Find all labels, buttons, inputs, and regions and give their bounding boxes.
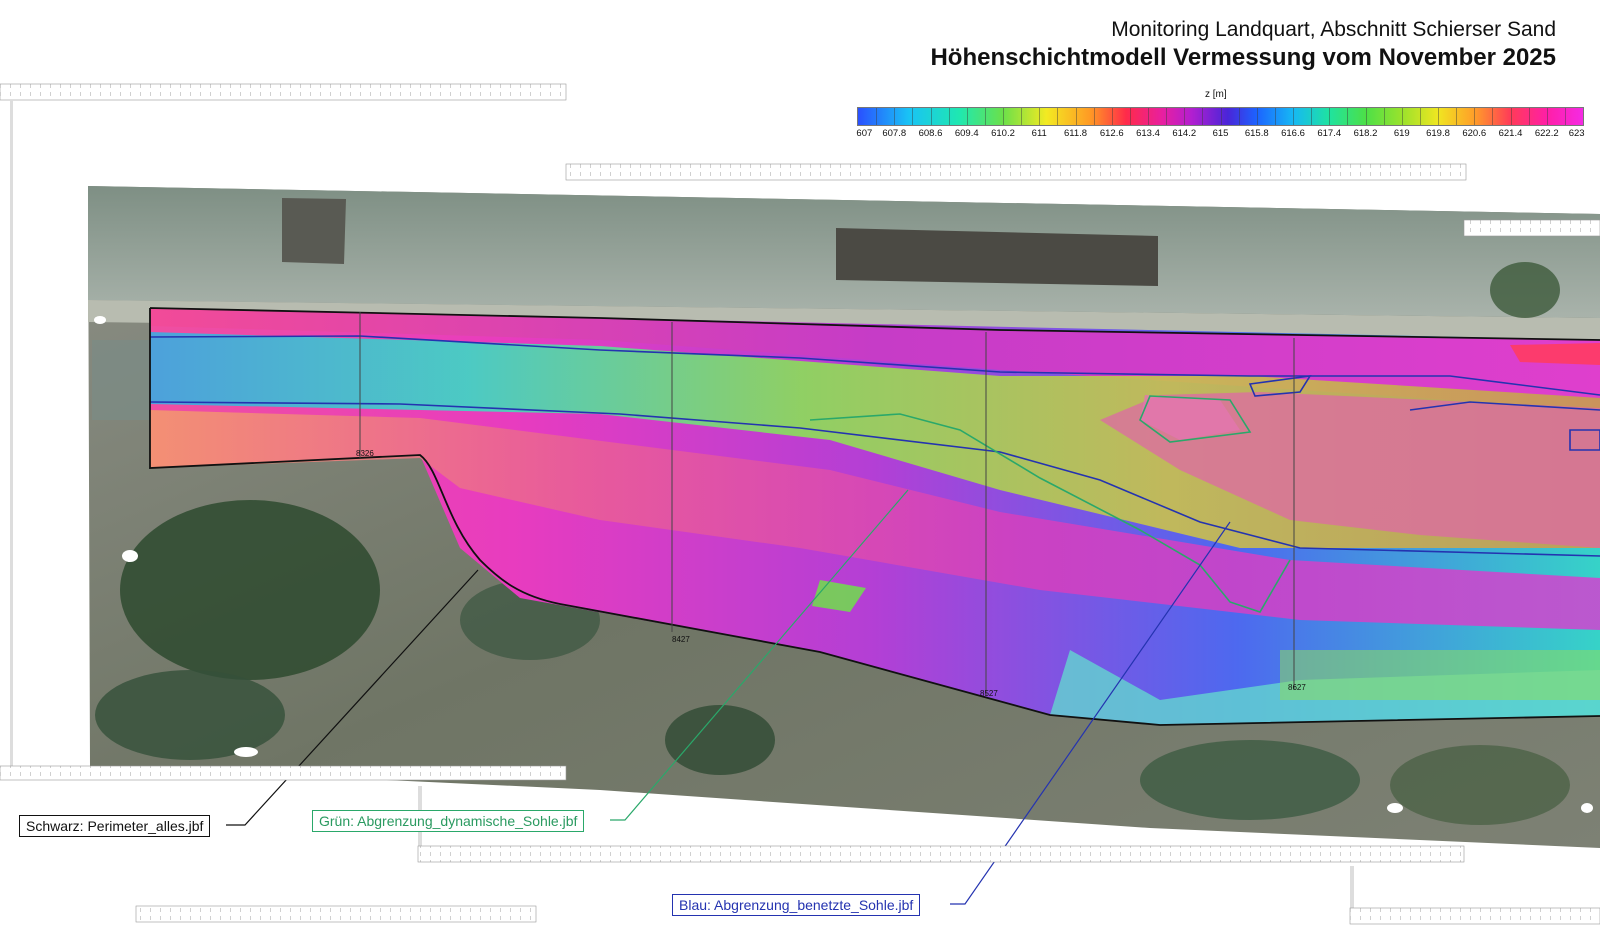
title-block: Monitoring Landquart, Abschnitt Schierse… [930,18,1556,72]
colorbar-separator [1293,108,1294,125]
colorbar-ticks: 607 607.8 608.6 609.4 610.2 611 611.8 612.6 613.… [856,128,1585,142]
colorbar-separator [930,108,932,125]
colorbar-separator [1256,108,1258,125]
colorbar-tick-label: 612.6 [1099,128,1124,139]
forest-patch [1390,745,1570,825]
colorbar-tick-label: 615 [1212,128,1229,139]
colorbar-separator [1311,108,1313,125]
legend-wetted-bed: Blau: Abgrenzung_benetzte_Sohle.jbf [672,894,921,916]
colorbar-tick-label: 616.6 [1281,128,1305,139]
forest-patch [665,705,775,775]
colorbar-separator [1419,108,1421,125]
colorbar-separator [894,108,896,125]
colorbar-separator [966,108,968,125]
colorbar-tick-label: 613.4 [1136,128,1160,139]
colorbar-tick-label: 614.2 [1172,128,1197,139]
legend-perimeter: Schwarz: Perimeter_alles.jbf [19,815,211,837]
colorbar-tick-label: 619 [1393,128,1410,139]
colorbar-tick-label: 608.6 [918,128,943,139]
colorbar-separator [1111,108,1113,125]
colorbar-tick-label: 611 [1031,128,1047,139]
colorbar-tick-label: 607.8 [882,128,907,139]
colorbar-separator [984,108,986,125]
colorbar-separator [876,108,878,125]
colorbar-separator [1528,108,1530,125]
elevation-colorbar [857,107,1584,126]
colorbar-separator [1021,108,1023,125]
colorbar-tick-label: 620.6 [1462,128,1487,139]
colorbar-separator [1075,108,1077,125]
colorbar-separator [1238,108,1240,125]
forest-patch [95,670,285,760]
colorbar-separator [1093,108,1095,125]
colorbar-tick-label: 623 [1568,128,1585,139]
colorbar-separator [912,108,914,125]
colorbar-separator [1129,108,1131,125]
colorbar-separator [1057,108,1059,125]
profile-label: 8627 [1288,683,1306,692]
colorbar-separator [1003,108,1004,125]
colorbar-tick-label: 622.2 [1534,128,1559,139]
colorbar-separator [1329,108,1331,125]
colorbar-separator [1202,108,1204,125]
colorbar-tick-label: 617.4 [1317,128,1342,139]
colorbar-separator [948,108,950,125]
profile-label: 8427 [672,635,690,644]
colorbar-tick-label: 610.2 [991,128,1015,139]
colorbar-tick-label: 618.2 [1353,128,1378,139]
colorbar-separator [1220,108,1222,125]
forest-patch [1490,262,1560,318]
colorbar-tick-label: 607 [856,128,873,139]
colorbar-separator [1365,108,1367,125]
map-subtitle: Höhenschichtmodell Vermessung vom Novemb… [930,44,1556,71]
colorbar-tick-label: 619.8 [1426,128,1450,139]
profile-label: 8326 [356,449,374,458]
colorbar-separator [1474,108,1476,125]
colorbar-separator [1166,108,1168,125]
colorbar-tick-label: 621.4 [1498,128,1523,139]
colorbar-tick-label: 615.8 [1244,128,1269,139]
colorbar-separator [1039,108,1041,125]
forest-patch [120,500,380,680]
map-title: Monitoring Landquart, Abschnitt Schierse… [1111,18,1556,41]
colorbar-separator [1347,108,1349,125]
legend-dynamic-bed: Grün: Abgrenzung_dynamische_Sohle.jbf [312,810,585,832]
colorbar-separator [1456,108,1458,125]
colorbar-separator [1564,108,1566,125]
dark-field [282,198,346,264]
colorbar-separator [1184,108,1186,125]
colorbar-separator [1510,108,1512,125]
colorbar-separator [1383,108,1385,125]
colorbar-separator [1274,108,1276,125]
dark-field [836,228,1158,286]
colorbar-separator [1492,108,1494,125]
colorbar-separator [1546,108,1548,125]
profile-label: 8527 [980,689,998,698]
colorbar-tick-label: 609.4 [954,128,979,139]
forest-patch [1140,740,1360,820]
colorbar-separator [1401,108,1403,125]
colorbar-separator [1438,108,1439,125]
colorbar-separator [1148,108,1149,125]
colorbar-tick-label: 611.8 [1063,128,1088,139]
colorbar-label: z [m] [1205,89,1227,100]
